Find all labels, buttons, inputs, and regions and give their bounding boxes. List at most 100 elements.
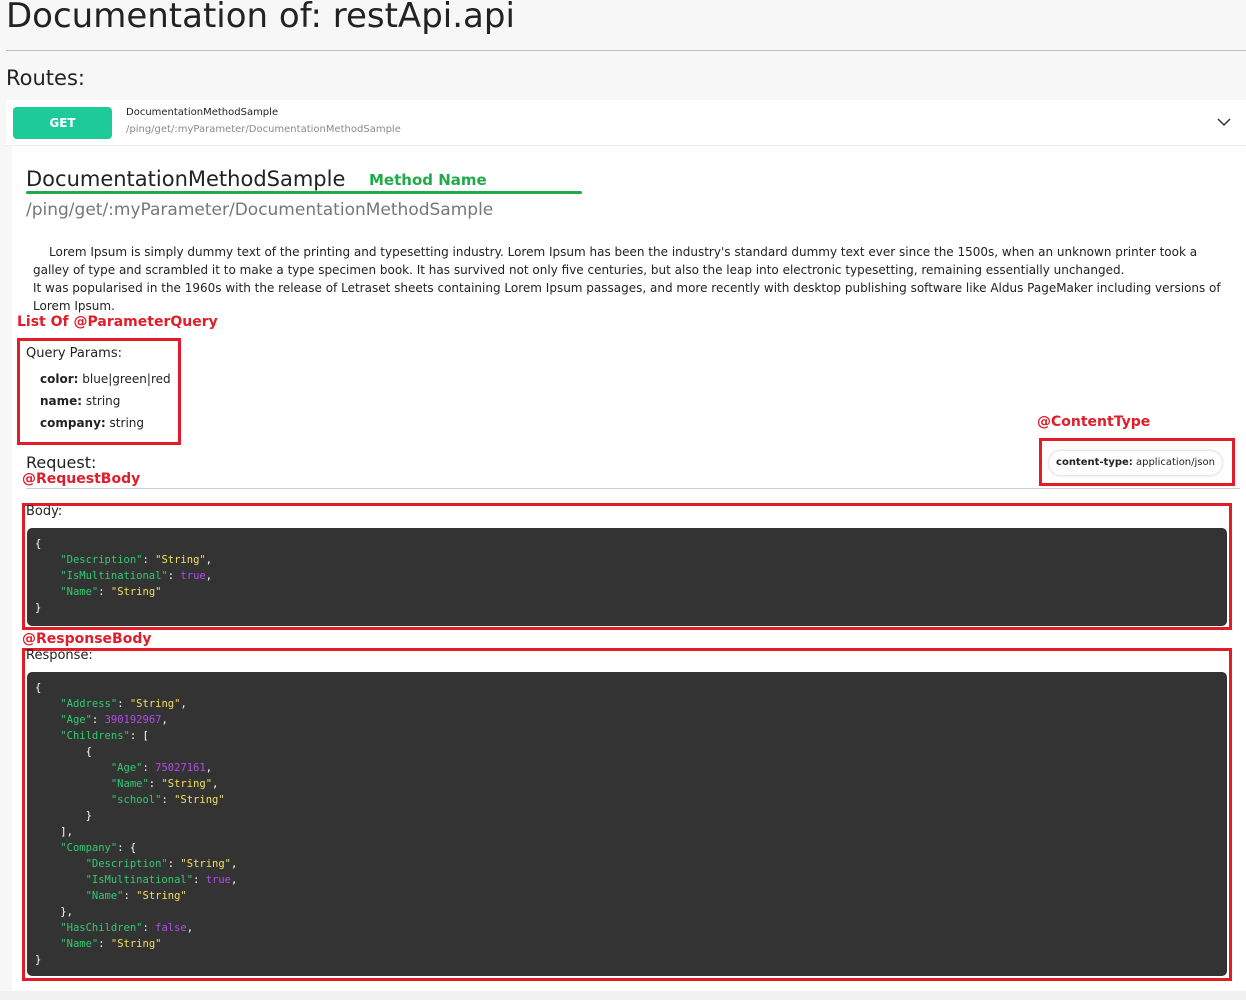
method-name-annotation: Method Name — [369, 171, 487, 189]
code-line: "Description": "String", — [35, 554, 212, 566]
code-token: : { — [117, 842, 137, 854]
code-token: : — [91, 714, 105, 726]
query-param-name: company: — [40, 416, 106, 430]
code-token: 390192967 — [104, 714, 162, 726]
code-token: , — [186, 922, 194, 934]
code-line: { — [35, 682, 41, 694]
code-line: "Description": "String", — [35, 858, 238, 870]
route-path: /ping/get/:myParameter/DocumentationMeth… — [126, 124, 401, 135]
query-param-type: blue|green|red — [82, 372, 171, 386]
query-param-type: string — [85, 394, 121, 408]
code-line: "Name": "String" — [35, 586, 161, 598]
code-token: "Company" — [60, 842, 118, 854]
code-token: : — [193, 874, 206, 886]
query-param-row: name: string — [40, 394, 120, 408]
code-line: "Age": 390192967, — [35, 714, 168, 726]
code-token: { — [35, 682, 42, 694]
code-token: , — [205, 554, 213, 566]
code-line: }, — [35, 906, 73, 918]
code-token: "HasChildren" — [60, 922, 143, 934]
code-token: "String" — [136, 890, 187, 902]
content-type-label: content-type: — [1056, 457, 1133, 468]
query-param-row: color: blue|green|red — [40, 372, 171, 386]
code-token: "IsMultinational" — [60, 570, 168, 582]
query-param-name: color: — [40, 372, 79, 386]
code-line: { — [35, 746, 92, 758]
request-body-code: { "Description": "String", "IsMultinatio… — [27, 528, 1227, 626]
code-line: "Company": { — [35, 842, 136, 854]
code-token: "IsMultinational" — [85, 874, 194, 886]
query-param-row: company: string — [40, 416, 144, 430]
code-token: "Age" — [110, 762, 143, 774]
code-token: "String" — [155, 554, 206, 566]
code-token: { — [35, 538, 42, 550]
code-token: { — [35, 746, 92, 758]
code-line: "Name": "String" — [35, 938, 161, 950]
response-body-annotation: @ResponseBody — [22, 631, 152, 647]
code-token: "String" — [174, 794, 225, 806]
code-token: "String" — [180, 858, 231, 870]
routes-heading: Routes: — [6, 66, 85, 90]
code-line: "HasChildren": false, — [35, 922, 193, 934]
code-line: { — [35, 538, 41, 550]
query-param-name: name: — [40, 394, 83, 408]
code-token: "Childrens" — [60, 730, 130, 742]
code-token: , — [231, 858, 238, 870]
code-token: } — [35, 954, 42, 966]
method-path: /ping/get/:myParameter/DocumentationMeth… — [26, 200, 494, 220]
code-line: "IsMultinational": true, — [35, 570, 212, 582]
code-token: "Description" — [85, 858, 168, 870]
query-params-title: Query Params: — [26, 346, 122, 361]
method-name-underline — [26, 191, 582, 194]
chevron-down-icon[interactable] — [1216, 114, 1232, 130]
code-token: : — [161, 794, 175, 806]
route-name: DocumentationMethodSample — [126, 107, 279, 118]
code-token: } — [35, 810, 92, 822]
title-divider — [6, 50, 1246, 51]
code-token: : — [98, 586, 111, 598]
page-title: Documentation of: restApi.api — [6, 0, 515, 36]
request-body-annotation: @RequestBody — [22, 471, 141, 487]
code-line: "IsMultinational": true, — [35, 874, 238, 886]
code-line: } — [35, 602, 41, 614]
code-line: } — [35, 954, 41, 966]
code-line: "Childrens": [ — [35, 730, 149, 742]
code-line: "school": "String" — [35, 794, 225, 806]
code-token: , — [231, 874, 238, 886]
code-token: "Description" — [60, 554, 143, 566]
route-header[interactable]: GET DocumentationMethodSample /ping/get/… — [6, 100, 1246, 146]
description-paragraph: It was popularised in the 1960s with the… — [33, 281, 1221, 313]
code-token: ], — [35, 826, 73, 838]
code-token: "Age" — [60, 714, 92, 726]
code-token: : — [117, 698, 130, 710]
code-token: : — [98, 938, 111, 950]
content-type-value: application/json — [1135, 457, 1215, 468]
code-line: "Name": "String" — [35, 890, 187, 902]
code-token: "String" — [110, 586, 162, 598]
code-line: "Name": "String", — [35, 778, 219, 790]
code-token: "Name" — [110, 778, 149, 790]
code-line: } — [35, 810, 92, 822]
page-footer-strip — [0, 991, 1246, 1000]
code-token: : — [167, 570, 181, 582]
code-token: : — [142, 554, 156, 566]
code-token: false — [155, 922, 187, 934]
method-description: Lorem Ipsum is simply dummy text of the … — [33, 243, 1228, 315]
parameter-query-annotation: List Of @ParameterQuery — [17, 314, 218, 330]
description-paragraph: Lorem Ipsum is simply dummy text of the … — [33, 245, 1198, 277]
code-token: , — [161, 714, 168, 726]
method-badge[interactable]: GET — [13, 107, 112, 139]
content-type-annotation: @ContentType — [1037, 414, 1151, 430]
method-title: DocumentationMethodSample — [26, 167, 346, 191]
code-token: "String" — [129, 698, 181, 710]
